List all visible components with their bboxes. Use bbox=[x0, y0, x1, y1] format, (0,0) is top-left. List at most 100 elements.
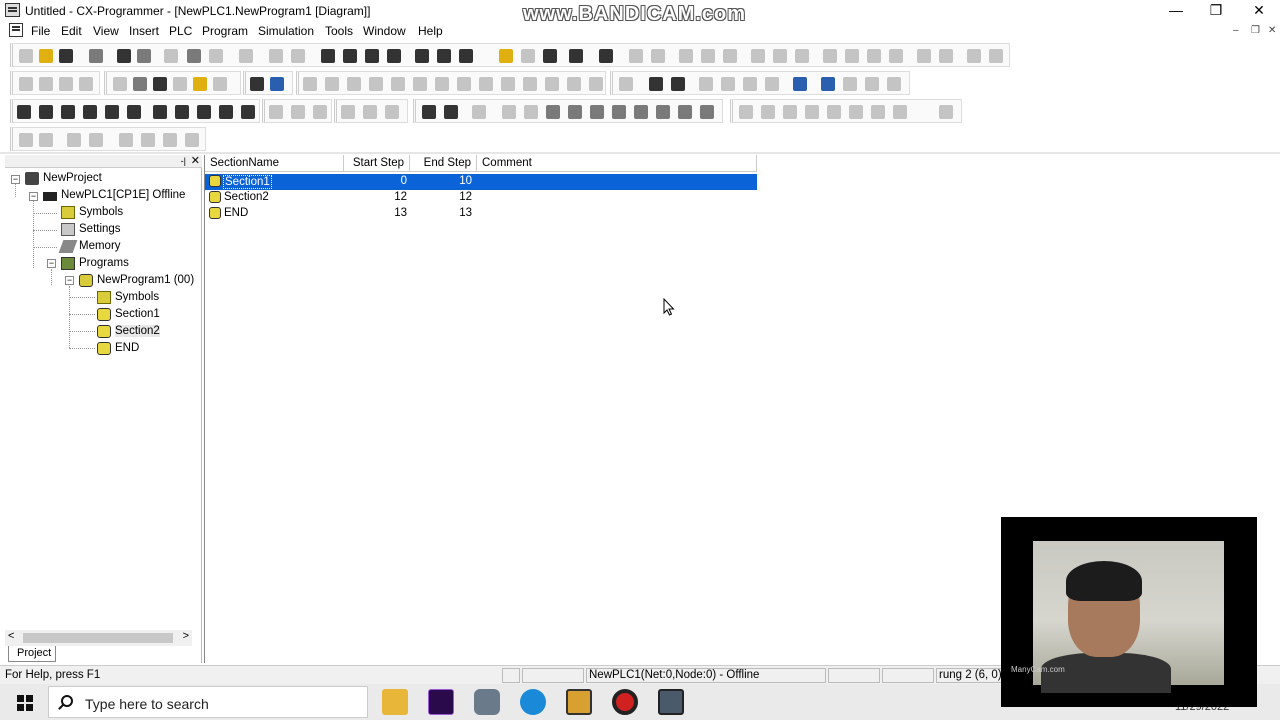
force-on-icon[interactable] bbox=[721, 77, 735, 91]
fb-icon-4[interactable] bbox=[805, 105, 819, 119]
binary-icon[interactable] bbox=[291, 105, 305, 119]
st-window-icon[interactable] bbox=[241, 105, 255, 119]
premiere-icon[interactable] bbox=[428, 689, 454, 715]
new-or-contact-icon[interactable] bbox=[369, 77, 383, 91]
toolbar-icon-l[interactable] bbox=[939, 49, 953, 63]
pin-icon[interactable]: -| bbox=[181, 155, 186, 167]
scrollbar-thumb[interactable] bbox=[23, 633, 173, 643]
toolbar-icon-a[interactable] bbox=[679, 49, 693, 63]
scroll-right-icon[interactable]: > bbox=[183, 630, 189, 642]
online-edit-cancel-icon[interactable] bbox=[385, 105, 399, 119]
table-row[interactable]: Section2 12 12 bbox=[205, 190, 757, 206]
windows-start-icon[interactable] bbox=[17, 695, 33, 711]
new-instruction-icon[interactable] bbox=[501, 77, 515, 91]
tab-project[interactable]: Project bbox=[8, 646, 56, 662]
menu-program[interactable]: Program bbox=[202, 24, 248, 38]
output-window-icon[interactable] bbox=[39, 105, 53, 119]
rung-icon[interactable] bbox=[173, 77, 187, 91]
sim-connect-icon[interactable] bbox=[422, 105, 436, 119]
delete-icon[interactable] bbox=[239, 49, 253, 63]
show-comments-icon[interactable] bbox=[133, 77, 147, 91]
fb-icon-9[interactable] bbox=[939, 105, 953, 119]
collapse-programs-icon[interactable]: − bbox=[47, 259, 56, 268]
align-icon[interactable] bbox=[67, 133, 81, 147]
clear-bookmarks-icon[interactable] bbox=[185, 133, 199, 147]
copy-icon[interactable] bbox=[187, 49, 201, 63]
cx-programmer-icon[interactable] bbox=[566, 689, 592, 715]
zoom-fit-icon[interactable] bbox=[39, 77, 53, 91]
properties-icon[interactable] bbox=[89, 49, 103, 63]
line-connect-icon[interactable] bbox=[567, 77, 581, 91]
redo-icon[interactable] bbox=[291, 49, 305, 63]
symbols-table-icon[interactable] bbox=[153, 105, 167, 119]
fb-icon-1[interactable] bbox=[739, 105, 753, 119]
sim-settings-icon[interactable] bbox=[444, 105, 458, 119]
debug-mode-icon[interactable] bbox=[843, 77, 857, 91]
new-or-not-contact-icon[interactable] bbox=[391, 77, 405, 91]
about-icon[interactable] bbox=[415, 49, 429, 63]
list-icon[interactable] bbox=[153, 77, 167, 91]
menu-tools[interactable]: Tools bbox=[325, 24, 353, 38]
online-edit-start-icon[interactable] bbox=[341, 105, 355, 119]
fb-icon-3[interactable] bbox=[783, 105, 797, 119]
warning-icon[interactable] bbox=[499, 49, 513, 63]
cross-reference-icon[interactable] bbox=[365, 49, 379, 63]
new-file-icon[interactable] bbox=[19, 49, 33, 63]
collapse-project-icon[interactable]: − bbox=[11, 175, 20, 184]
cut-icon[interactable] bbox=[164, 49, 178, 63]
mdi-minimize-button[interactable]: – bbox=[1233, 25, 1239, 36]
minimize-button[interactable]: — bbox=[1154, 0, 1198, 21]
play-icon[interactable] bbox=[546, 105, 560, 119]
replace-icon[interactable] bbox=[343, 49, 357, 63]
bandicam-record-icon[interactable] bbox=[612, 689, 638, 715]
context-help-icon[interactable] bbox=[459, 49, 473, 63]
ladder-view-icon[interactable] bbox=[193, 77, 207, 91]
grid-icon[interactable] bbox=[113, 77, 127, 91]
outdent-icon[interactable] bbox=[39, 133, 53, 147]
document-icon[interactable] bbox=[9, 23, 23, 37]
column-header-comment[interactable]: Comment bbox=[477, 155, 757, 172]
collapse-newprogram-icon[interactable]: − bbox=[65, 276, 74, 285]
next-bookmark-icon[interactable] bbox=[141, 133, 155, 147]
undo-icon[interactable] bbox=[269, 49, 283, 63]
file-explorer-icon[interactable] bbox=[382, 689, 408, 715]
menu-plc[interactable]: PLC bbox=[169, 24, 192, 38]
decimal-icon[interactable] bbox=[269, 105, 283, 119]
menu-simulation[interactable]: Simulation bbox=[258, 24, 314, 38]
fb-icon-8[interactable] bbox=[893, 105, 907, 119]
help-icon[interactable] bbox=[437, 49, 451, 63]
network-icon[interactable] bbox=[658, 689, 684, 715]
toolbar-icon-m[interactable] bbox=[967, 49, 981, 63]
line-delete-icon[interactable] bbox=[589, 77, 603, 91]
force-off-icon[interactable] bbox=[743, 77, 757, 91]
plc-settings-icon[interactable] bbox=[197, 105, 211, 119]
pause-sim-icon[interactable] bbox=[590, 105, 604, 119]
address-icon[interactable] bbox=[83, 105, 97, 119]
sim-break-icon[interactable] bbox=[524, 105, 538, 119]
monitoring-icon[interactable] bbox=[671, 77, 685, 91]
menu-view[interactable]: View bbox=[93, 24, 119, 38]
restore-button[interactable]: ❐ bbox=[1194, 0, 1238, 21]
pause-icon[interactable] bbox=[651, 49, 665, 63]
fb-icon-7[interactable] bbox=[871, 105, 885, 119]
menu-file[interactable]: File bbox=[31, 24, 50, 38]
tree-horizontal-scrollbar[interactable]: < > bbox=[5, 630, 192, 646]
find-icon[interactable] bbox=[321, 49, 335, 63]
sim-step-icon[interactable] bbox=[502, 105, 516, 119]
new-coil-icon[interactable] bbox=[457, 77, 471, 91]
sim-io-icon[interactable] bbox=[472, 105, 486, 119]
zoom-in-icon[interactable] bbox=[59, 77, 73, 91]
simulator-icon[interactable] bbox=[649, 77, 663, 91]
properties-window-icon[interactable] bbox=[105, 105, 119, 119]
work-online-icon[interactable] bbox=[619, 77, 633, 91]
fb-icon-5[interactable] bbox=[827, 105, 841, 119]
column-header-sectionname[interactable]: SectionName bbox=[205, 155, 344, 172]
fb-icon-6[interactable] bbox=[849, 105, 863, 119]
taskbar-search-box[interactable]: Type here to search bbox=[48, 686, 368, 718]
force-cancel-icon[interactable] bbox=[765, 77, 779, 91]
zoom-out-icon[interactable] bbox=[79, 77, 93, 91]
toolbar-icon-g[interactable] bbox=[823, 49, 837, 63]
mdi-restore-button[interactable]: ❐ bbox=[1251, 25, 1260, 36]
watch-window-icon[interactable] bbox=[250, 77, 264, 91]
print-icon[interactable] bbox=[117, 49, 131, 63]
